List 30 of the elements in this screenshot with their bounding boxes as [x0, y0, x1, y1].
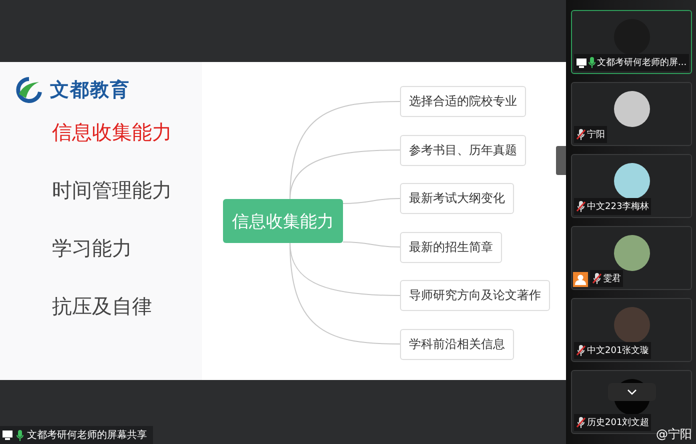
participant-name: 中文201张文璇: [587, 344, 650, 357]
mind-map-node: 最新考试大纲变化: [400, 183, 514, 214]
microphone-icon: [16, 430, 24, 440]
avatar-placeholder: [614, 307, 650, 343]
monitor-icon: [2, 430, 13, 440]
avatar-placeholder: [614, 163, 650, 199]
participant-name: 文都考研何老师的屏...: [597, 56, 687, 69]
chevron-down-icon: [627, 389, 637, 395]
participant-name: 雯君: [603, 272, 621, 285]
topic-item: 时间管理能力: [52, 177, 173, 204]
participant-name: 历史201刘文超: [587, 416, 650, 429]
mind-map-node: 参考书目、历年真题: [400, 134, 526, 166]
mind-map-node: 最新的招生简章: [400, 232, 502, 262]
avatar-placeholder: [614, 91, 650, 127]
username-overlay: @宁阳: [656, 426, 692, 443]
mind-map-node: 选择合适的院校专业: [400, 86, 526, 117]
panel-handle[interactable]: [556, 146, 566, 175]
topic-item: 信息收集能力: [52, 119, 173, 146]
topic-item: 抗压及自律: [52, 293, 153, 320]
topic-item: 学习能力: [52, 235, 133, 262]
collapse-button[interactable]: [608, 383, 656, 401]
mind-map-node: 学科前沿相关信息: [400, 328, 514, 360]
mind-map-node: 导师研究方向及论文著作: [400, 280, 550, 311]
screen-share-text: 文都考研何老师的屏幕共享: [27, 428, 147, 442]
mind-map-center-node: 信息收集能力: [223, 199, 343, 243]
logo-text: 文都教育: [50, 78, 130, 103]
logo-icon: [14, 76, 44, 104]
participant-name: 宁阳: [587, 128, 605, 141]
avatar-placeholder: [614, 235, 650, 271]
participant-name: 中文223李梅林: [587, 200, 650, 213]
